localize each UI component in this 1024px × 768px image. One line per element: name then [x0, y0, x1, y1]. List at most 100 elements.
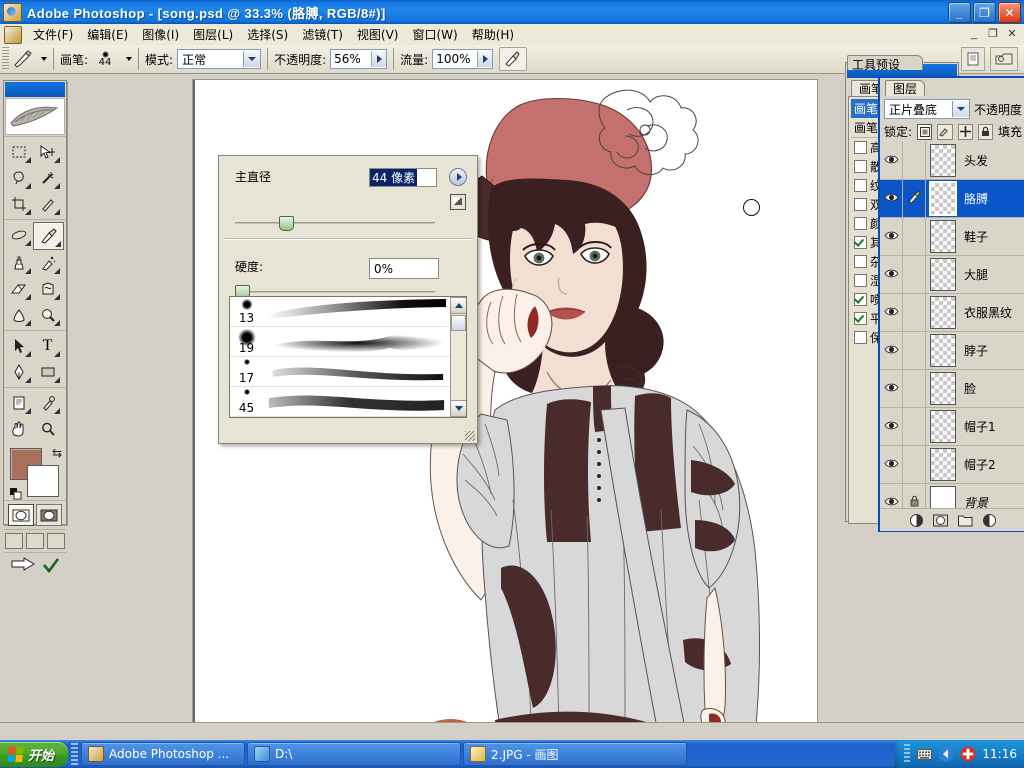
- file-browser-icon[interactable]: [961, 47, 985, 71]
- menu-item-filter[interactable]: 滤镜(T): [295, 24, 350, 45]
- layer-row[interactable]: 背景: [880, 484, 1024, 508]
- menu-item-select[interactable]: 选择(S): [240, 24, 295, 45]
- taskbar-item[interactable]: 2.JPG - 画图: [463, 742, 688, 766]
- layer-list[interactable]: 头发胳膊鞋子大腿衣服黑纹脖子脸帽子1 帽子2 背景: [880, 142, 1024, 508]
- lasso-tool[interactable]: [4, 165, 33, 191]
- opacity-input[interactable]: 56%: [330, 49, 388, 69]
- menu-item-image[interactable]: 图像(I): [135, 24, 186, 45]
- layer-link-cell[interactable]: [903, 446, 926, 483]
- layer-link-cell[interactable]: [903, 256, 926, 293]
- layer-row[interactable]: 帽子2: [880, 446, 1024, 484]
- scroll-down-icon[interactable]: [450, 400, 466, 417]
- move-tool[interactable]: [33, 139, 62, 165]
- layers-panel-footer[interactable]: [880, 508, 1024, 531]
- quickmask-mode-button[interactable]: [36, 504, 62, 526]
- close-button[interactable]: ✕: [998, 2, 1021, 23]
- swap-colors-icon[interactable]: ⇆: [52, 446, 62, 460]
- checkbox-icon[interactable]: [854, 179, 867, 192]
- healing-brush-tool[interactable]: [4, 222, 33, 248]
- slice-tool[interactable]: [33, 191, 62, 217]
- layer-visibility-toggle[interactable]: [880, 446, 903, 483]
- diameter-slider[interactable]: [235, 216, 435, 231]
- layer-name[interactable]: 头发: [964, 152, 988, 169]
- diameter-input[interactable]: 44 像素: [369, 168, 437, 187]
- menu-item-view[interactable]: 视图(V): [350, 24, 406, 45]
- checkbox-icon[interactable]: [854, 255, 867, 268]
- layer-mask-button[interactable]: [932, 512, 949, 528]
- panel-menu-icon[interactable]: [449, 168, 467, 186]
- palette-well-icon[interactable]: [990, 47, 1018, 71]
- tool-preset-chevron-icon[interactable]: [41, 57, 47, 61]
- layer-name[interactable]: 衣服黑纹: [964, 304, 1012, 321]
- checkbox-icon[interactable]: [854, 312, 867, 325]
- options-bar-grip[interactable]: [2, 47, 9, 71]
- hand-tool[interactable]: [4, 416, 33, 442]
- layer-name[interactable]: 大腿: [964, 266, 988, 283]
- taskbar-grip[interactable]: [71, 743, 79, 765]
- brush-preset-list[interactable]: 13 19 17 45: [229, 296, 467, 418]
- taskbar-item[interactable]: D:\: [247, 742, 462, 766]
- checkbox-icon[interactable]: [854, 198, 867, 211]
- brush-preset-item[interactable]: 19: [230, 327, 450, 357]
- brush-picker-chevron-icon[interactable]: [126, 57, 133, 61]
- taskbar-clock[interactable]: 11:16: [982, 747, 1017, 761]
- layer-link-cell[interactable]: [903, 408, 926, 445]
- layer-link-cell[interactable]: [903, 218, 926, 255]
- standard-mode-button[interactable]: [8, 504, 34, 526]
- opacity-slider-arrow-icon[interactable]: [371, 51, 387, 67]
- layer-name[interactable]: 脸: [964, 380, 976, 397]
- default-colors-icon[interactable]: [10, 488, 22, 500]
- checkbox-icon[interactable]: [854, 274, 867, 287]
- eraser-tool[interactable]: [4, 276, 33, 302]
- maximize-button[interactable]: ❐: [973, 2, 996, 23]
- layer-row[interactable]: 衣服黑纹: [880, 294, 1024, 332]
- layer-row[interactable]: 帽子1: [880, 408, 1024, 446]
- scrollbar-thumb[interactable]: [451, 315, 466, 331]
- layer-name[interactable]: 脖子: [964, 342, 988, 359]
- menu-item-edit[interactable]: 编辑(E): [80, 24, 135, 45]
- flow-input[interactable]: 100%: [432, 49, 494, 69]
- taskbar-item[interactable]: Adobe Photoshop ...: [81, 742, 246, 766]
- brush-tool-icon[interactable]: [9, 47, 37, 71]
- layer-name[interactable]: 帽子2: [964, 456, 996, 473]
- imageready-check-icon[interactable]: [41, 557, 61, 578]
- layer-visibility-toggle[interactable]: [880, 218, 903, 255]
- layer-thumbnail[interactable]: [930, 410, 956, 443]
- brush-preset-item[interactable]: 17: [230, 357, 450, 387]
- layer-row[interactable]: 脸: [880, 370, 1024, 408]
- brush-preset-picker[interactable]: 主直径 44 像素 硬度: 0% 13 19 17 45: [218, 155, 478, 444]
- layer-name[interactable]: 背景: [964, 494, 988, 508]
- layer-thumbnail[interactable]: [930, 220, 956, 253]
- full-screen-mode-button[interactable]: [47, 533, 65, 549]
- adjustment-layer-button[interactable]: [981, 512, 998, 528]
- scroll-up-icon[interactable]: [450, 297, 466, 314]
- checkbox-icon[interactable]: [854, 331, 867, 344]
- layer-thumbnail[interactable]: [930, 486, 956, 508]
- layer-thumbnail[interactable]: [930, 448, 956, 481]
- antivirus-shield-icon[interactable]: [960, 746, 976, 762]
- lock-image-pixels-button[interactable]: [937, 123, 953, 140]
- layers-panel[interactable]: 图层 正片叠底 不透明度 锁定: 填充 头发 胳膊 鞋子 大腿 衣服黑纹 脖子 …: [878, 76, 1024, 532]
- layers-panel-tabs[interactable]: 图层: [880, 78, 1024, 96]
- chevron-down-icon[interactable]: [951, 101, 969, 117]
- layer-link-cell[interactable]: [903, 142, 926, 179]
- layer-style-button[interactable]: [908, 512, 925, 528]
- layer-row[interactable]: 鞋子: [880, 218, 1024, 256]
- blend-mode-select-layers[interactable]: 正片叠底: [884, 99, 970, 119]
- layer-visibility-toggle[interactable]: [880, 332, 903, 369]
- doc-restore-button[interactable]: ❐: [985, 26, 1001, 41]
- brush-preset-item[interactable]: 45: [230, 387, 450, 417]
- layer-thumbnail[interactable]: [930, 258, 956, 291]
- layer-visibility-toggle[interactable]: [880, 484, 903, 508]
- layer-row[interactable]: 脖子: [880, 332, 1024, 370]
- layer-name[interactable]: 胳膊: [964, 190, 988, 207]
- lock-all-button[interactable]: [977, 123, 993, 140]
- layer-link-cell[interactable]: [903, 180, 926, 217]
- notes-tool[interactable]: [4, 390, 33, 416]
- history-brush-tool[interactable]: [33, 250, 62, 276]
- start-button[interactable]: 开始: [0, 742, 69, 767]
- type-tool[interactable]: T: [33, 333, 62, 359]
- minimize-button[interactable]: _: [948, 2, 971, 23]
- checkbox-icon[interactable]: [854, 293, 867, 306]
- menu-item-layer[interactable]: 图层(L): [186, 24, 240, 45]
